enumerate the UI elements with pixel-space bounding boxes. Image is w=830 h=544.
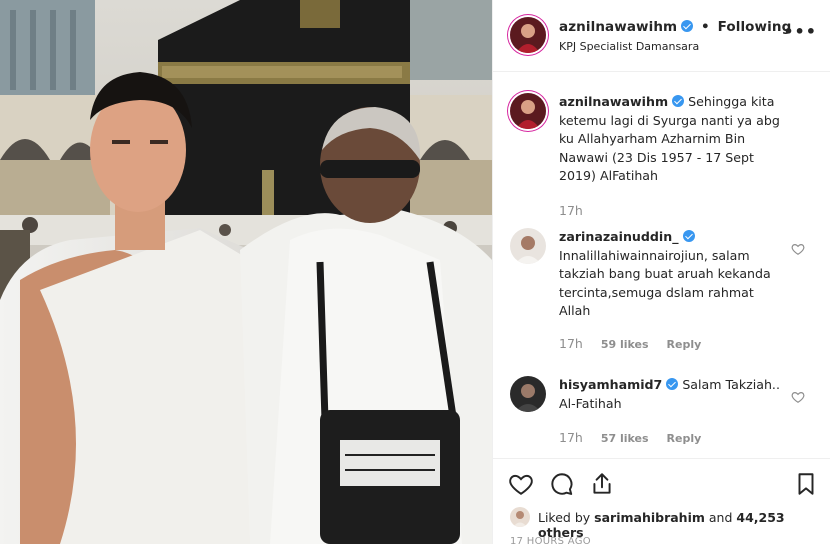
post-photo-image (0, 0, 492, 544)
bookmark-icon[interactable] (793, 471, 819, 497)
post-photo[interactable] (0, 0, 492, 544)
liker-username[interactable]: sarimahibrahim (594, 510, 705, 525)
liked-by-row: Liked by sarimahibrahim and 44,253 other… (493, 505, 830, 540)
caption-username[interactable]: aznilnawawihm (559, 94, 668, 109)
share-icon[interactable] (589, 471, 615, 497)
caption-body: aznilnawawihm Sehingga kita ketemu lagi … (559, 93, 789, 186)
comment-likes[interactable]: 59 likes (601, 338, 649, 351)
comment-bubble-icon[interactable] (549, 471, 575, 497)
post-timestamp[interactable]: 17 HOURS AGO (510, 536, 591, 544)
verified-badge-icon (681, 20, 694, 32)
author-username[interactable]: aznilnawawihm (559, 19, 677, 35)
comment-like-heart-icon[interactable] (791, 390, 805, 404)
caption-meta: 17h (559, 203, 597, 218)
verified-badge-icon (666, 378, 679, 390)
more-options-icon[interactable]: ••• (783, 22, 817, 41)
verified-badge-icon (672, 95, 685, 107)
follow-separator: • (701, 19, 710, 35)
post-side-panel: aznilnawawihm • Following KPJ Specialist… (492, 0, 830, 544)
commenter-avatar[interactable] (510, 228, 546, 264)
comment-body: hisyamhamid7 Salam Takziah.. Al-Fatihah (559, 376, 789, 413)
comment-likes[interactable]: 57 likes (601, 432, 649, 445)
comment-time[interactable]: 17h (559, 336, 583, 351)
comment-body: zarinazainuddin_ Innalillahiwainnairojiu… (559, 228, 789, 321)
post-header: aznilnawawihm • Following KPJ Specialist… (493, 0, 830, 72)
comment-reply-button[interactable]: Reply (667, 338, 702, 351)
liked-by-prefix: Liked by (538, 510, 591, 525)
comment-reply-button[interactable]: Reply (667, 432, 702, 445)
caption-time[interactable]: 17h (559, 203, 583, 218)
commenter-avatar[interactable] (510, 376, 546, 412)
comment-meta: 17h 57 likes Reply (559, 430, 715, 445)
action-bar (493, 458, 830, 510)
comment-meta: 17h 59 likes Reply (559, 336, 715, 351)
verified-badge-icon (682, 230, 695, 242)
author-avatar[interactable] (510, 17, 546, 53)
liker-avatar[interactable] (510, 507, 530, 527)
post-location[interactable]: KPJ Specialist Damansara (559, 40, 699, 53)
liked-by-joiner: and (708, 510, 733, 525)
comment-username[interactable]: hisyamhamid7 (559, 377, 662, 392)
comment-time[interactable]: 17h (559, 430, 583, 445)
caption-author-avatar[interactable] (510, 93, 546, 129)
comment-like-heart-icon[interactable] (791, 242, 805, 256)
comment-username[interactable]: zarinazainuddin_ (559, 229, 679, 244)
heart-icon[interactable] (508, 471, 534, 497)
following-button[interactable]: Following (718, 19, 792, 35)
comment-text: Innalillahiwainnairojiun, salam takziah … (559, 247, 771, 319)
